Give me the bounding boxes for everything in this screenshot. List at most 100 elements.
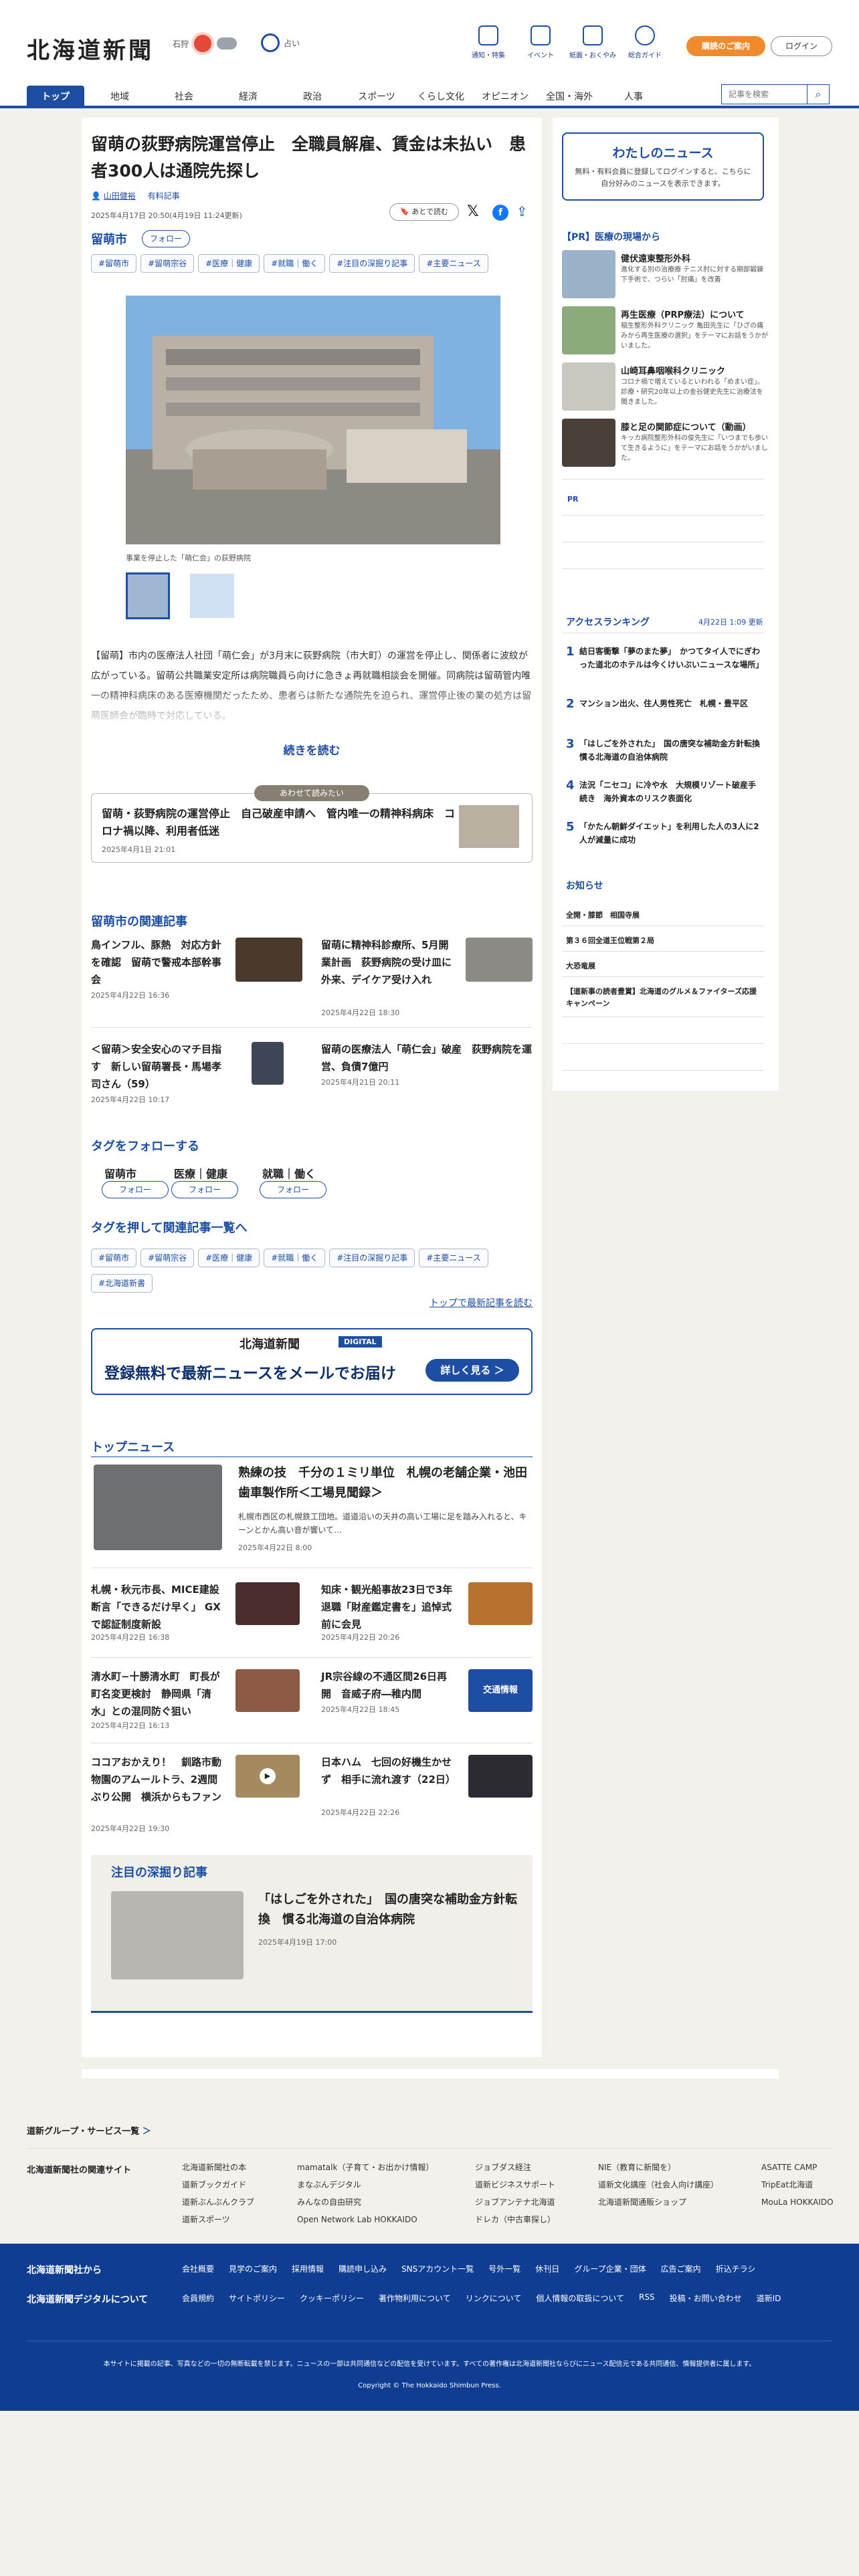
top-latest-link[interactable]: トップで最新記事を読む — [375, 1296, 533, 1309]
pr-item-title[interactable]: 山崎耳鼻咽喉科クリニック — [621, 364, 768, 377]
rank-item[interactable]: 法況「ニセコ」に冷や水 大規模リゾート破産手続き 海外資本のリスク表面化 — [579, 778, 763, 805]
local-news-item[interactable]: 留萌の医療法人「萌仁会」破産 荻野病院を運営、負債7億円 — [321, 1041, 533, 1075]
footer-link[interactable]: TripEat北海道 — [761, 2176, 855, 2193]
footer-link[interactable]: 号外一覧 — [488, 2263, 520, 2274]
footer-link[interactable]: 道新スポーツ — [182, 2211, 302, 2228]
fortune-widget[interactable]: 占い — [261, 33, 300, 52]
rank-item[interactable]: 結日客衝撃「夢のまた夢」 かつてタイ人でにぎわった道北のホテルは今くけいぶいニュ… — [579, 645, 763, 671]
footer-link[interactable]: サイトポリシー — [229, 2292, 285, 2304]
nav-world[interactable]: 全国・海外 — [541, 86, 598, 108]
footer-link[interactable]: ASATTE CAMP — [761, 2159, 855, 2176]
deep-dive-thumb[interactable] — [111, 1891, 244, 1979]
top-news-item[interactable]: 知床・観光船事故23日で3年 退職「財産鑑定書を」追悼式前に会見 — [321, 1581, 462, 1633]
footer-link[interactable]: 北海道新聞通販ショップ — [598, 2193, 752, 2211]
footer-link[interactable]: SNSアカウント一覧 — [401, 2263, 474, 2274]
site-logo[interactable]: 北海道新聞 — [27, 32, 154, 65]
top-news-item[interactable]: 日本ハム 七回の好機生かせず 相手に流れ渡す（22日） — [321, 1753, 456, 1788]
footer-link[interactable]: リンクについて — [466, 2292, 522, 2304]
footer-link[interactable]: ジョブアンテナ北海道 — [475, 2193, 595, 2211]
footer-link[interactable]: Open Network Lab HOKKAIDO — [297, 2211, 471, 2228]
top-news-item[interactable]: ココアおかえり！ 釧路市動物園のアムールトラ、2週間ぶり公開 横浜からもファン — [91, 1753, 225, 1806]
footer-link[interactable]: MouLa HOKKAIDO — [761, 2193, 855, 2211]
rank-item[interactable]: 「はしごを外された」 国の唐突な補助金方針転換 慣る北海道の自治体病院 — [579, 737, 768, 764]
pr-item-title[interactable]: 膝と足の関節症について（動画） — [621, 420, 768, 433]
top-news-lead-title[interactable]: 熟練の技 千分の１ミリ単位 札幌の老舗企業・池田歯車製作所＜工場見聞録＞ — [238, 1463, 533, 1503]
footer-link[interactable]: 会社概要 — [182, 2263, 214, 2274]
notice-item[interactable]: 大恐竜展 — [566, 960, 595, 971]
tag-chip[interactable]: #留萌宗谷 — [140, 254, 195, 273]
weather-widget[interactable]: 石狩 — [173, 35, 237, 52]
tag-chip[interactable]: #主要ニュース — [419, 254, 488, 273]
follow-tag-button[interactable]: フォロー — [171, 1181, 238, 1198]
tag-chip[interactable]: #就職｜働く — [264, 1249, 326, 1267]
footer-link[interactable]: 道新文化講座（社会人向け講座） — [598, 2176, 752, 2193]
notice-item[interactable]: 全開・膝節 相国寺展 — [566, 909, 640, 920]
footer-link[interactable]: 著作物利用について — [379, 2292, 451, 2304]
nav-culture[interactable]: くらし文化 — [412, 86, 470, 108]
article-photo[interactable] — [126, 296, 500, 544]
tag-chip[interactable]: #留萌宗谷 — [140, 1249, 195, 1267]
footer-link[interactable]: グループ企業・団体 — [574, 2263, 646, 2274]
notice-item[interactable]: 第３６回全道王位戦第２局 — [566, 935, 654, 946]
footer-link[interactable]: 道新ビジネスサポート — [475, 2176, 595, 2193]
banner-details-button[interactable]: 詳しく見る ＞ — [425, 1359, 519, 1382]
footer-link[interactable]: 休刊日 — [535, 2263, 559, 2274]
group-services-link[interactable]: 道新グループ・サービス一覧 ＞ — [27, 2124, 151, 2137]
share-icon[interactable]: ⇪ — [516, 203, 528, 219]
top-news-lead-thumb[interactable] — [94, 1465, 222, 1550]
tag-chip[interactable]: #就職｜働く — [264, 254, 326, 273]
nav-society[interactable]: 社会 — [155, 86, 213, 108]
follow-location-button[interactable]: フォロー — [142, 230, 190, 247]
tag-chip[interactable]: #北海道新書 — [91, 1274, 153, 1293]
nav-opinion[interactable]: オピニオン — [476, 86, 534, 108]
author-link[interactable]: 山田健裕 — [104, 191, 136, 201]
ranking-title[interactable]: アクセスランキング — [566, 615, 650, 629]
footer-link[interactable]: 個人情報の取扱について — [536, 2292, 624, 2304]
login-button[interactable]: ログイン — [771, 36, 832, 56]
photo-thumb-1[interactable] — [126, 572, 170, 619]
tag-chip[interactable]: #注目の深掘り記事 — [329, 254, 415, 273]
read-more-link[interactable]: 続きを読む — [91, 741, 533, 758]
nav-personnel[interactable]: 人事 — [605, 86, 662, 108]
save-for-later-button[interactable]: 🔖 あとで読む — [389, 203, 459, 221]
rank-item[interactable]: マンション出火、住人男性死亡 札幌・豊平区 — [579, 697, 763, 710]
photo-thumb-2[interactable] — [190, 574, 234, 618]
pr-item-title[interactable]: 再生医療（PRP療法）について — [621, 308, 768, 320]
top-news-item[interactable]: 清水町−十勝清水町 町長が町名変更検討 静岡県「清水」との混同防ぐ狙い — [91, 1668, 225, 1720]
footer-link[interactable]: 投稿・お問い合わせ — [670, 2292, 742, 2304]
tag-chip[interactable]: #留萌市 — [91, 1249, 137, 1267]
play-icon[interactable]: ▶ — [260, 1768, 276, 1784]
header-link-events[interactable]: イベント — [514, 25, 567, 60]
notice-item[interactable]: 【道新事の読者豊賞】北海道のグルメ＆ファイターズ応援キャンペーン — [566, 986, 760, 1010]
tag-chip[interactable]: #留萌市 — [91, 254, 137, 273]
header-link-guide[interactable]: 総合ガイド — [618, 25, 672, 60]
footer-link[interactable]: 道新ぶんぶんクラブ — [182, 2193, 302, 2211]
footer-link[interactable]: mamatalk（子育て・お出かけ情報） — [297, 2159, 471, 2176]
nav-politics[interactable]: 政治 — [284, 86, 341, 108]
footer-link[interactable]: 折込チラシ — [716, 2263, 756, 2274]
footer-link[interactable]: 道新ID — [757, 2292, 781, 2304]
top-news-item[interactable]: 札幌・秋元市長、MICE建設断言「できるだけ早く」 GXで認証制度新設 — [91, 1581, 225, 1633]
footer-link[interactable]: 採用情報 — [292, 2263, 324, 2274]
follow-tag-button[interactable]: フォロー — [102, 1181, 169, 1198]
tag-chip[interactable]: #主要ニュース — [419, 1249, 488, 1267]
footer-link[interactable]: 北海道新聞社の本 — [182, 2159, 302, 2176]
footer-link[interactable]: 広告ご案内 — [661, 2263, 701, 2274]
deep-dive-title[interactable]: 注目の深掘り記事 — [111, 1863, 207, 1881]
tag-chip[interactable]: #医療｜健康 — [198, 254, 260, 273]
search-icon[interactable]: ⌕ — [807, 84, 830, 104]
nav-top[interactable]: トップ — [27, 86, 84, 108]
rank-item[interactable]: 「かたん朝鮮ダイエット」を利用した人の3人に2人が減量に成功 — [579, 820, 763, 847]
local-news-item[interactable]: 留萌に精神科診療所、5月開業計画 荻野病院の受け皿に 外来、デイケア受け入れ — [321, 936, 462, 988]
footer-link[interactable]: 道新ブックガイド — [182, 2176, 302, 2193]
tag-chip[interactable]: #医療｜健康 — [198, 1249, 260, 1267]
x-share-icon[interactable]: 𝕏 — [467, 203, 479, 220]
footer-link[interactable]: RSS — [639, 2292, 655, 2304]
local-news-item[interactable]: ＜留萌＞安全安心のマチ目指す 新しい留萌署長・馬場孝司さん（59） — [91, 1041, 225, 1093]
local-news-item[interactable]: 鳥インフル、豚熱 対応方針を確認 留萌で警戒本部幹事会 — [91, 936, 225, 988]
follow-tag-button[interactable]: フォロー — [260, 1181, 326, 1198]
footer-link[interactable]: みんなの自由研究 — [297, 2193, 471, 2211]
deep-dive-item-title[interactable]: 「はしごを外された」 国の唐突な補助金方針転換 慣る北海道の自治体病院 — [258, 1890, 519, 1930]
related-article-title[interactable]: 留萌・荻野病院の運営停止 自己破産申請へ 管内唯一の精神科病床 コロナ禍以降、利… — [102, 805, 463, 840]
footer-link[interactable]: 会員規約 — [182, 2292, 214, 2304]
